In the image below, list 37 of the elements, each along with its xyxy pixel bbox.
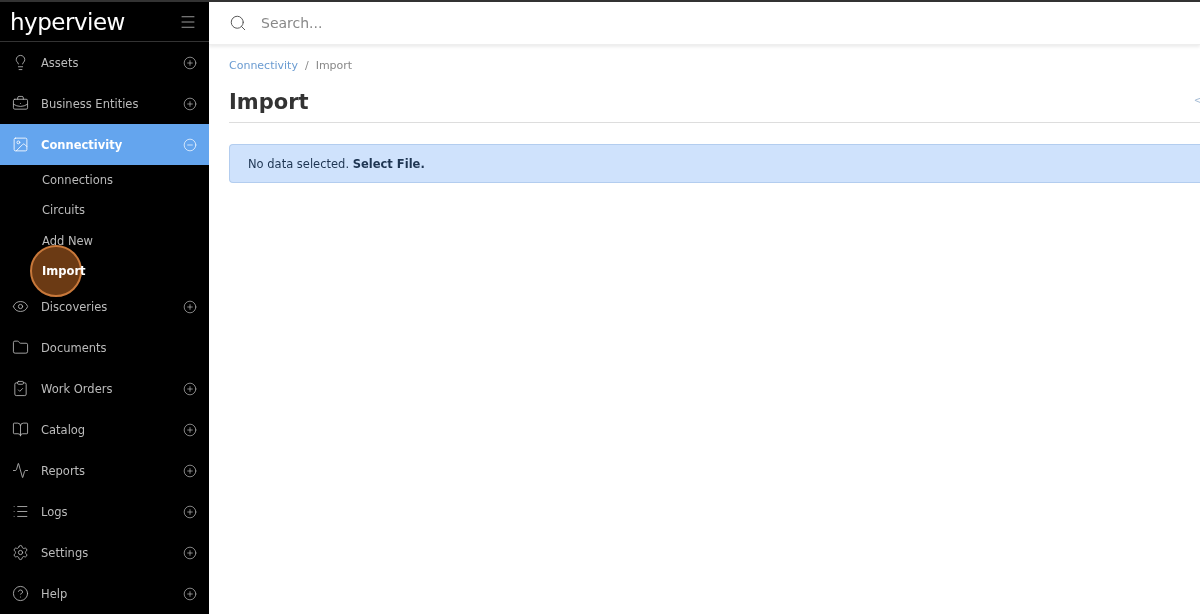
- expand-icon[interactable]: [183, 55, 197, 70]
- expand-icon[interactable]: [183, 96, 197, 111]
- book-icon: [12, 421, 29, 439]
- breadcrumb-separator: /: [304, 59, 309, 72]
- gear-icon: [12, 544, 29, 562]
- submenu-item[interactable]: Circuits: [42, 203, 85, 218]
- sidebar-item[interactable]: Business Entities: [0, 83, 209, 125]
- sidebar-item[interactable]: Discoveries: [0, 286, 209, 328]
- image-icon: [12, 136, 29, 154]
- expand-icon[interactable]: [183, 422, 197, 437]
- sidebar-item[interactable]: Assets: [0, 42, 209, 84]
- submenu-item[interactable]: Connections: [42, 173, 114, 188]
- briefcase-icon: [12, 95, 29, 113]
- sidebar-item[interactable]: Work Orders: [0, 368, 209, 410]
- sidebar-item[interactable]: Documents: [0, 327, 209, 369]
- expand-icon[interactable]: [183, 381, 197, 396]
- sidebar-item[interactable]: Reports: [0, 450, 209, 492]
- sidebar-item[interactable]: Help: [0, 573, 209, 614]
- expand-icon[interactable]: [183, 463, 197, 478]
- submenu-item[interactable]: Import: [42, 263, 86, 278]
- alert-text: No data selected. Select File.: [248, 156, 425, 171]
- expand-icon[interactable]: [183, 545, 197, 560]
- sidebar-item[interactable]: Logs: [0, 491, 209, 533]
- submenu-item[interactable]: Add New: [42, 233, 93, 248]
- expand-icon[interactable]: [183, 299, 197, 314]
- current-page-label: Import: [315, 59, 353, 72]
- help-icon: [12, 585, 29, 603]
- expand-icon[interactable]: [183, 504, 197, 519]
- line-chart-icon: [12, 462, 29, 480]
- page-title: Import: [229, 90, 309, 114]
- sidebar-item[interactable]: Settings: [0, 532, 209, 574]
- clipboard-icon: [12, 380, 29, 398]
- expand-icon[interactable]: [183, 586, 197, 601]
- search-icon: [229, 14, 247, 32]
- logo: hyperview: [10, 8, 125, 35]
- sidebar-item[interactable]: Catalog: [0, 409, 209, 451]
- folder-icon: [12, 339, 29, 357]
